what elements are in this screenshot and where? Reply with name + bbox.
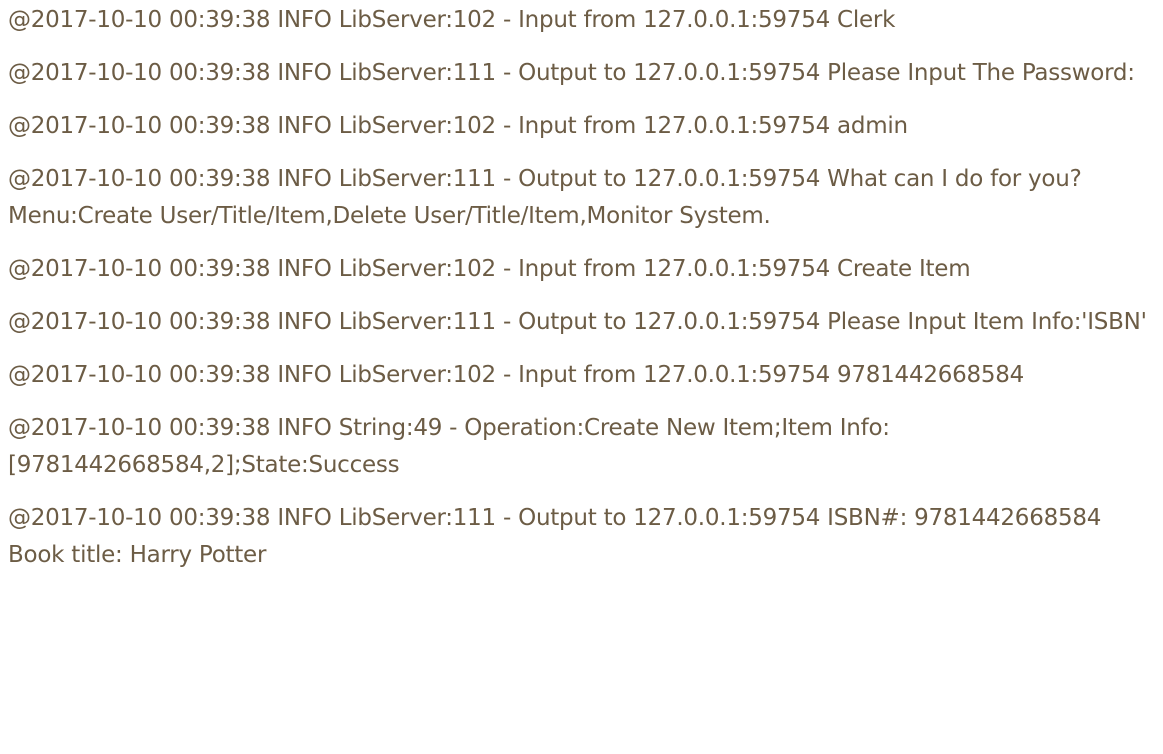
log-output: @2017-10-10 00:39:38 INFO LibServer:102 … (8, 2, 1158, 590)
log-line: @2017-10-10 00:39:38 INFO LibServer:111 … (8, 505, 1102, 568)
log-line: @2017-10-10 00:39:38 INFO LibServer:111 … (8, 309, 1147, 335)
log-line: @2017-10-10 00:39:38 INFO String:49 - Op… (8, 415, 890, 478)
log-line: @2017-10-10 00:39:38 INFO LibServer:102 … (8, 256, 971, 282)
log-line: @2017-10-10 00:39:38 INFO LibServer:102 … (8, 362, 1025, 388)
log-line: @2017-10-10 00:39:38 INFO LibServer:111 … (8, 60, 1135, 86)
log-line: @2017-10-10 00:39:38 INFO LibServer:102 … (8, 7, 896, 33)
log-line: @2017-10-10 00:39:38 INFO LibServer:102 … (8, 113, 908, 139)
log-line: @2017-10-10 00:39:38 INFO LibServer:111 … (8, 166, 1082, 229)
